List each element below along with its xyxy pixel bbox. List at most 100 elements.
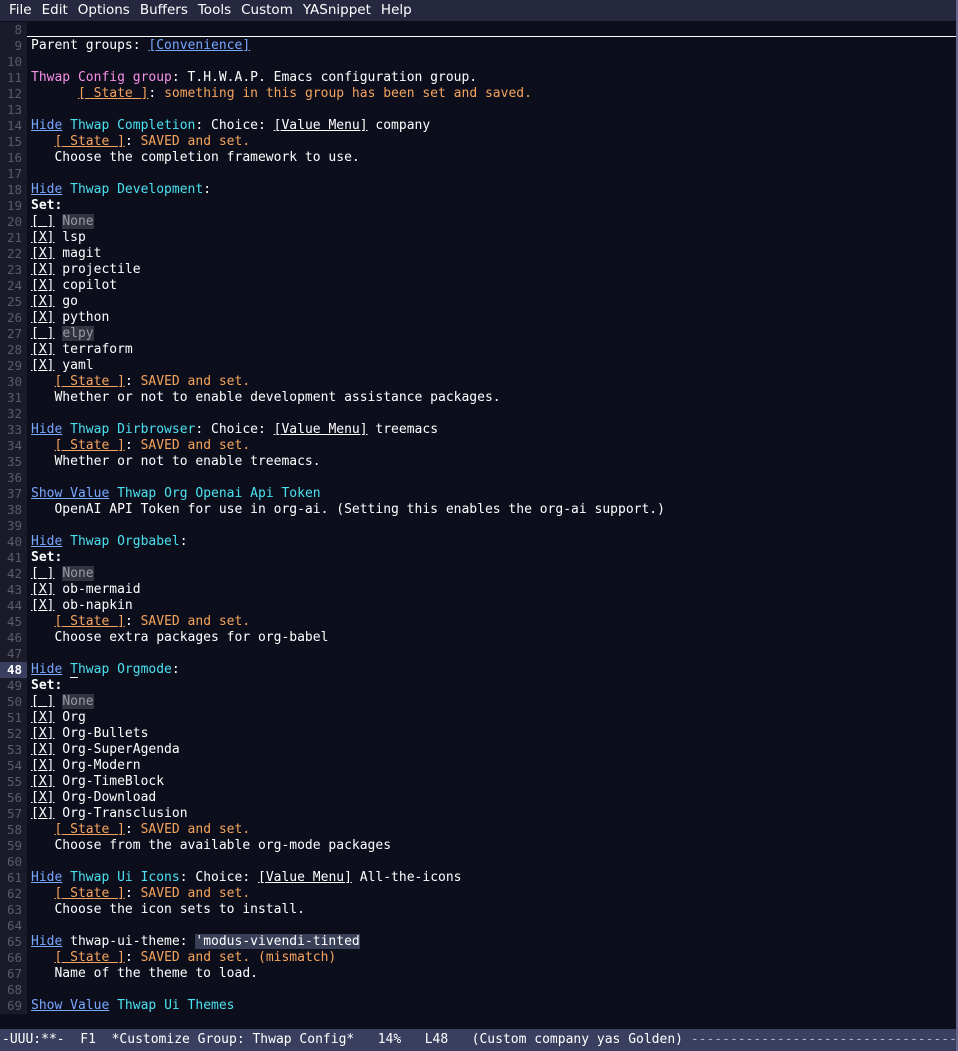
line-content[interactable]: Set:	[27, 198, 956, 214]
buffer-line[interactable]: 52 [X] Org-Bullets	[0, 726, 956, 742]
line-content[interactable]: Hide Thwap Orgmode:	[27, 662, 956, 678]
line-content[interactable]: [ ] elpy	[27, 326, 956, 342]
state-button[interactable]: [ State ]	[54, 886, 124, 901]
buffer-line[interactable]: 29 [X] yaml	[0, 358, 956, 374]
buffer-line[interactable]: 44 [X] ob-napkin	[0, 598, 956, 614]
state-button[interactable]: [ State ]	[54, 134, 124, 149]
buffer-line[interactable]: 36	[0, 470, 956, 486]
checkbox-checked[interactable]: [X]	[31, 774, 54, 789]
buffer-line[interactable]: 58 [ State ]: SAVED and set.	[0, 822, 956, 838]
line-content[interactable]	[27, 166, 956, 182]
line-content[interactable]: [X] Org-Modern	[27, 758, 956, 774]
buffer-line[interactable]: 31 Whether or not to enable development …	[0, 390, 956, 406]
buffer-line[interactable]: 27[ ] elpy	[0, 326, 956, 342]
buffer-line[interactable]: 26 [X] python	[0, 310, 956, 326]
line-content[interactable]	[27, 102, 956, 118]
line-content[interactable]	[27, 854, 956, 870]
checkbox-checked[interactable]: [X]	[31, 262, 54, 277]
line-content[interactable]	[27, 470, 956, 486]
line-content[interactable]: Set:	[27, 678, 956, 694]
buffer-line[interactable]: 65 Hide thwap-ui-theme: 'modus-vivendi-ti…	[0, 934, 956, 950]
line-content[interactable]: [ State ]: SAVED and set. (mismatch)	[27, 950, 956, 966]
line-content[interactable]: [ ] None	[27, 694, 956, 710]
line-content[interactable]	[27, 982, 956, 998]
checkbox-checked[interactable]: [X]	[31, 230, 54, 245]
buffer-line[interactable]: 30 [ State ]: SAVED and set.	[0, 374, 956, 390]
buffer-line[interactable]: 38 OpenAI API Token for use in org-ai. (…	[0, 502, 956, 518]
line-content[interactable]: Hide Thwap Completion: Choice: [Value Me…	[27, 118, 956, 134]
line-content[interactable]: OpenAI API Token for use in org-ai. (Set…	[27, 502, 956, 518]
line-content[interactable]: Thwap Config group: T.H.W.A.P. Emacs con…	[27, 70, 956, 86]
buffer-line[interactable]: 55 [X] Org-TimeBlock	[0, 774, 956, 790]
line-content[interactable]: [ State ]: SAVED and set.	[27, 886, 956, 902]
line-content[interactable]	[27, 22, 956, 38]
checkbox-checked[interactable]: [X]	[31, 710, 54, 725]
checkbox-checked[interactable]: [X]	[31, 310, 54, 325]
buffer-line[interactable]: 49 Set:	[0, 678, 956, 694]
line-content[interactable]: Hide Thwap Ui Icons: Choice: [Value Menu…	[27, 870, 956, 886]
checkbox-checked[interactable]: [X]	[31, 598, 54, 613]
buffer-line[interactable]: 22 [X] magit	[0, 246, 956, 262]
buffer-line[interactable]: 34 [ State ]: SAVED and set.	[0, 438, 956, 454]
line-content[interactable]: [X] lsp	[27, 230, 956, 246]
menu-item-yasnippet[interactable]: YASnippet	[298, 0, 376, 21]
line-content[interactable]: [X] go	[27, 294, 956, 310]
line-content[interactable]: [X] python	[27, 310, 956, 326]
buffer-line[interactable]: 67 Name of the theme to load.	[0, 966, 956, 982]
buffer-line[interactable]: 33 Hide Thwap Dirbrowser: Choice: [Value …	[0, 422, 956, 438]
buffer-line[interactable]: 42[ ] None	[0, 566, 956, 582]
checkbox-checked[interactable]: [X]	[31, 790, 54, 805]
buffer-line[interactable]: 45 [ State ]: SAVED and set.	[0, 614, 956, 630]
buffer-line[interactable]: 66 [ State ]: SAVED and set. (mismatch)	[0, 950, 956, 966]
buffer-line[interactable]: 51 [X] Org	[0, 710, 956, 726]
buffer-line[interactable]: 32	[0, 406, 956, 422]
line-content[interactable]: [X] Org-Download	[27, 790, 956, 806]
buffer-line[interactable]: 48 Hide Thwap Orgmode:	[0, 662, 956, 678]
menu-item-buffers[interactable]: Buffers	[135, 0, 193, 21]
line-content[interactable]: [ State ]: SAVED and set.	[27, 822, 956, 838]
line-content[interactable]: [X] copilot	[27, 278, 956, 294]
buffer-line[interactable]: 43 [X] ob-mermaid	[0, 582, 956, 598]
line-content[interactable]: [X] ob-napkin	[27, 598, 956, 614]
line-content[interactable]: Whether or not to enable treemacs.	[27, 454, 956, 470]
buffer-line[interactable]: 19 Set:	[0, 198, 956, 214]
line-content[interactable]: [ State ]: SAVED and set.	[27, 134, 956, 150]
buffer-line[interactable]: 69 Show Value Thwap Ui Themes	[0, 998, 956, 1014]
buffer-line[interactable]: 59 Choose from the available org-mode pa…	[0, 838, 956, 854]
buffer-line[interactable]: 24 [X] copilot	[0, 278, 956, 294]
hide-toggle-link[interactable]: Hide	[31, 662, 62, 677]
line-content[interactable]: [X] terraform	[27, 342, 956, 358]
line-content[interactable]: Choose from the available org-mode packa…	[27, 838, 956, 854]
show-value-link[interactable]: Show Value	[31, 486, 109, 501]
buffer-line[interactable]: 60	[0, 854, 956, 870]
checkbox-checked[interactable]: [X]	[31, 742, 54, 757]
line-content[interactable]: [ State ]: SAVED and set.	[27, 614, 956, 630]
menu-item-custom[interactable]: Custom	[236, 0, 298, 21]
line-content[interactable]: [X] Org-SuperAgenda	[27, 742, 956, 758]
line-content[interactable]: Show Value Thwap Org Openai Api Token	[27, 486, 956, 502]
buffer-line[interactable]: 23 [X] projectile	[0, 262, 956, 278]
line-content[interactable]: [X] magit	[27, 246, 956, 262]
checkbox-unchecked[interactable]: [ ]	[31, 326, 54, 341]
line-content[interactable]: [ State ]: SAVED and set.	[27, 374, 956, 390]
buffer-line[interactable]: 46 Choose extra packages for org-babel	[0, 630, 956, 646]
line-content[interactable]: [X] Org-TimeBlock	[27, 774, 956, 790]
buffer-line[interactable]: 39	[0, 518, 956, 534]
show-value-link[interactable]: Show Value	[31, 998, 109, 1013]
buffer-line[interactable]: 12 [ State ]: something in this group ha…	[0, 86, 956, 102]
line-content[interactable]: [ ] None	[27, 566, 956, 582]
buffer-line[interactable]: 57 [X] Org-Transclusion	[0, 806, 956, 822]
hide-toggle-link[interactable]: Hide	[31, 182, 62, 197]
line-content[interactable]: [X] projectile	[27, 262, 956, 278]
line-content[interactable]: Choose the completion framework to use.	[27, 150, 956, 166]
line-content[interactable]: Choose extra packages for org-babel	[27, 630, 956, 646]
checkbox-unchecked[interactable]: [ ]	[31, 694, 54, 709]
line-content[interactable]: Choose the icon sets to install.	[27, 902, 956, 918]
buffer-line[interactable]: 9 Parent groups: [Convenience]	[0, 38, 956, 54]
hide-toggle-link[interactable]: Hide	[31, 118, 62, 133]
buffer-line[interactable]: 54 [X] Org-Modern	[0, 758, 956, 774]
checkbox-checked[interactable]: [X]	[31, 246, 54, 261]
buffer-line[interactable]: 61 Hide Thwap Ui Icons: Choice: [Value Me…	[0, 870, 956, 886]
buffer-line[interactable]: 53 [X] Org-SuperAgenda	[0, 742, 956, 758]
menu-item-file[interactable]: File	[4, 0, 37, 21]
